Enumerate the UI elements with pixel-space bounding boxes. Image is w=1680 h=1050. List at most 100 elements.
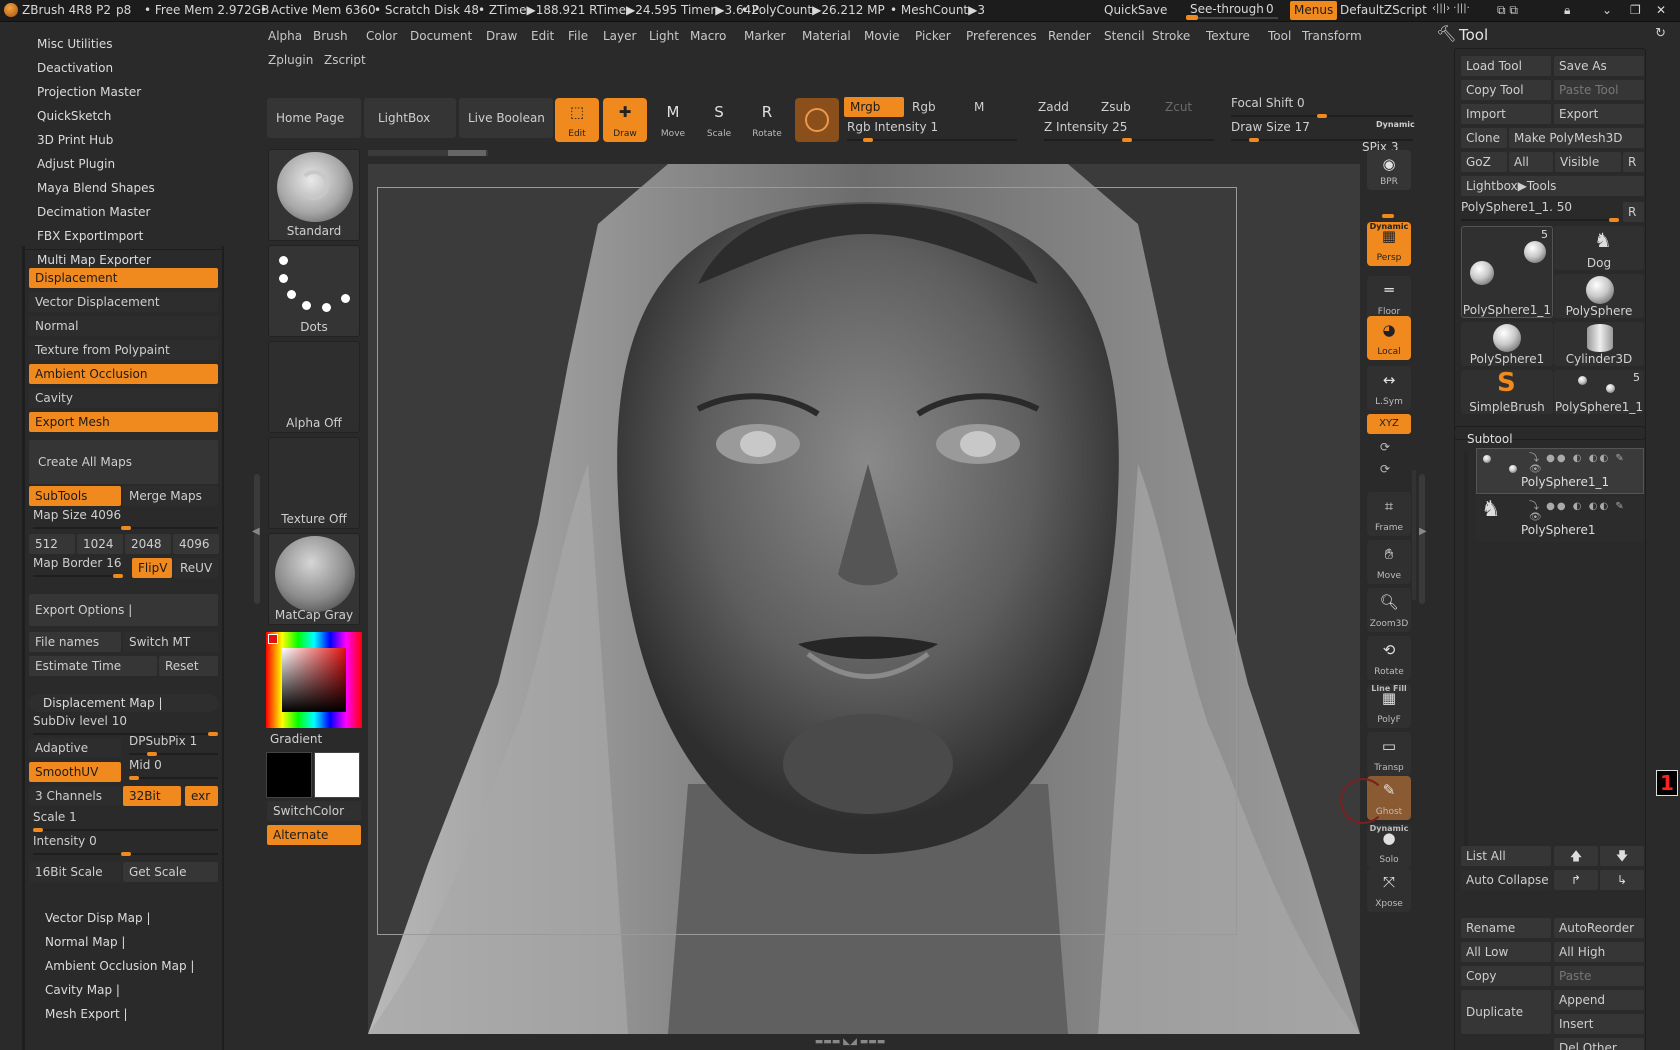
menu-tool[interactable]: Tool bbox=[1268, 29, 1291, 43]
tool-thumb-polysphere1[interactable]: PolySphere1 bbox=[1461, 322, 1553, 366]
subdiv-level-slider[interactable]: SubDiv level 10 bbox=[33, 714, 218, 736]
load-tool-button[interactable]: Load Tool bbox=[1461, 56, 1551, 76]
main-color-swatch[interactable] bbox=[266, 752, 312, 798]
duplicate-button[interactable]: Duplicate bbox=[1461, 990, 1551, 1034]
get-scale-button[interactable]: Get Scale bbox=[123, 862, 218, 882]
focal-shift-slider[interactable]: Focal Shift 0 bbox=[1231, 96, 1413, 118]
menu-material[interactable]: Material bbox=[802, 29, 851, 43]
clone-button[interactable]: Clone bbox=[1461, 128, 1507, 148]
marker-badge[interactable]: 1 bbox=[1656, 770, 1678, 796]
paste-tool-button[interactable]: Paste Tool bbox=[1554, 80, 1644, 100]
adaptive-toggle[interactable]: Adaptive bbox=[29, 738, 121, 758]
menu-document[interactable]: Document bbox=[410, 29, 472, 43]
menu-transform[interactable]: Transform bbox=[1302, 29, 1362, 43]
goz-button[interactable]: GoZ bbox=[1461, 152, 1507, 172]
minimize-icon[interactable]: ⌄ bbox=[1602, 3, 1612, 17]
menu-stencil[interactable]: Stencil bbox=[1104, 29, 1145, 43]
material-picker[interactable]: MatCap Gray bbox=[268, 533, 360, 625]
exr-toggle[interactable]: exr bbox=[185, 786, 218, 806]
scale-slider[interactable]: Scale 1 bbox=[33, 810, 218, 832]
layout-icon-1[interactable]: ‹|||› ·|||· bbox=[1432, 3, 1470, 14]
option-texture-from-polypaint[interactable]: Texture from Polypaint bbox=[29, 340, 218, 360]
create-all-maps-button[interactable]: Create All Maps bbox=[29, 440, 218, 484]
xyz-button[interactable]: XYZ bbox=[1367, 414, 1411, 434]
view-persp-button[interactable]: ▦ Persp Dynamic bbox=[1367, 222, 1411, 266]
subtool-row[interactable]: ♞ ⤵ ●● ◐ ◐◐ ✎ 👁︎ PolySphere1 bbox=[1476, 496, 1644, 542]
file-names-button[interactable]: File names bbox=[29, 632, 121, 652]
all-high-button[interactable]: All High bbox=[1554, 942, 1644, 962]
option-vector-displacement[interactable]: Vector Displacement bbox=[29, 292, 218, 312]
menu-zscript[interactable]: Zscript bbox=[324, 53, 366, 67]
tool-thumb-cylinder3d[interactable]: Cylinder3D bbox=[1554, 322, 1644, 366]
map-size-4096-button[interactable]: 4096 bbox=[173, 534, 219, 554]
lightbox-button[interactable]: LightBox bbox=[364, 98, 456, 138]
restore-icon[interactable]: ❐ bbox=[1630, 3, 1641, 17]
section-cavity-map[interactable]: Cavity Map | bbox=[45, 980, 120, 1000]
option-cavity[interactable]: Cavity bbox=[29, 388, 218, 408]
live-boolean-button[interactable]: Live Boolean bbox=[459, 98, 553, 138]
right-tray-arrow-icon[interactable]: ▶ bbox=[1419, 526, 1427, 537]
menu-brush[interactable]: Brush bbox=[313, 29, 348, 43]
brush-picker[interactable]: Standard bbox=[268, 149, 360, 241]
secondary-color-swatch[interactable] bbox=[314, 752, 360, 798]
zadd-button[interactable]: Zadd bbox=[1032, 97, 1092, 117]
copy-button[interactable]: Copy bbox=[1461, 966, 1551, 986]
all-low-button[interactable]: All Low bbox=[1461, 942, 1551, 962]
viewport-top-scroll[interactable] bbox=[368, 150, 488, 156]
z-intensity-slider[interactable]: Z Intensity 25 bbox=[1044, 120, 1214, 142]
visible-button[interactable]: Visible bbox=[1555, 152, 1621, 172]
plugin-deactivation[interactable]: Deactivation bbox=[37, 58, 113, 78]
insert-button[interactable]: Insert bbox=[1554, 1014, 1644, 1034]
auto-reorder-button[interactable]: AutoReorder bbox=[1554, 918, 1644, 938]
mid-slider[interactable]: Mid 0 bbox=[129, 758, 218, 780]
estimate-time-button[interactable]: Estimate Time bbox=[29, 656, 157, 676]
m-button[interactable]: M bbox=[968, 97, 1028, 117]
lock-icon[interactable]: 🔒︎ bbox=[1564, 3, 1570, 18]
list-all-button[interactable]: List All bbox=[1461, 846, 1551, 866]
copy-tool-button[interactable]: Copy Tool bbox=[1461, 80, 1551, 100]
rgb-intensity-slider[interactable]: Rgb Intensity 1 bbox=[847, 120, 1017, 142]
bottom-tray-arrow-icon[interactable]: ▬▬▬ ◣◢ ▬▬▬ bbox=[800, 1038, 900, 1047]
mrgb-button[interactable]: Mrgb bbox=[844, 97, 904, 117]
flipv-toggle[interactable]: FlipV bbox=[132, 558, 172, 578]
option-ambient-occlusion[interactable]: Ambient Occlusion bbox=[29, 364, 218, 384]
subtool-row[interactable]: ⤵ ●● ◐ ◐◐ ✎ 👁︎ PolySphere1_1 bbox=[1476, 448, 1644, 494]
tool-thumb-polysphere1-1[interactable]: 5 PolySphere1_1 bbox=[1554, 370, 1644, 414]
reset-button[interactable]: Reset bbox=[159, 656, 218, 676]
bit32-toggle[interactable]: 32Bit bbox=[123, 786, 181, 806]
layout-icon-2[interactable]: ⧉ ⧉ bbox=[1497, 3, 1518, 18]
lightbox-tools-button[interactable]: Lightbox▶Tools bbox=[1461, 176, 1644, 196]
del-other-button[interactable]: Del Other bbox=[1554, 1038, 1644, 1050]
paste-button[interactable]: Paste bbox=[1554, 966, 1644, 986]
menu-light[interactable]: Light bbox=[649, 29, 679, 43]
view-bpr-button[interactable]: ◉ BPR bbox=[1367, 150, 1411, 190]
view-zoom-button[interactable]: 🔍︎ Zoom3D bbox=[1367, 588, 1411, 632]
option-displacement[interactable]: Displacement bbox=[29, 268, 218, 288]
zcut-button[interactable]: Zcut bbox=[1159, 97, 1219, 117]
plugin-adjust-plugin[interactable]: Adjust Plugin bbox=[37, 154, 115, 174]
map-size-1024-button[interactable]: 1024 bbox=[77, 534, 123, 554]
move-up-icon[interactable]: 🡅 bbox=[1554, 846, 1598, 866]
menu-alpha[interactable]: Alpha bbox=[268, 29, 302, 43]
reuv-toggle[interactable]: ReUV bbox=[174, 558, 218, 578]
section-ambient-occlusion-map[interactable]: Ambient Occlusion Map | bbox=[45, 956, 194, 976]
menu-macro[interactable]: Macro bbox=[690, 29, 726, 43]
view-solo-button[interactable]: ● Solo Dynamic bbox=[1367, 824, 1411, 868]
merge-maps-button[interactable]: Merge Maps bbox=[123, 486, 218, 506]
plugin-3d-print-hub[interactable]: 3D Print Hub bbox=[37, 130, 113, 150]
alternate-button[interactable]: Alternate bbox=[267, 825, 361, 845]
view-move-button[interactable]: ✋︎ Move bbox=[1367, 540, 1411, 584]
move-mode-button[interactable]: M Move bbox=[651, 98, 695, 142]
current-tool-r-button[interactable]: R bbox=[1623, 202, 1644, 222]
displacement-map-section[interactable]: Displacement Map | bbox=[29, 694, 218, 712]
stroke-picker[interactable]: Dots bbox=[268, 245, 360, 337]
tool-reset-icon[interactable]: ↻ bbox=[1655, 26, 1666, 41]
smoothuv-toggle[interactable]: SmoothUV bbox=[29, 762, 121, 782]
goz-r-button[interactable]: R bbox=[1623, 152, 1644, 172]
view-transp-button[interactable]: ▭ Transp bbox=[1367, 732, 1411, 776]
plugin-misc-utilities[interactable]: Misc Utilities bbox=[37, 34, 113, 54]
menu-marker[interactable]: Marker bbox=[744, 29, 785, 43]
view-floor-button[interactable]: ═ Floor bbox=[1367, 276, 1411, 320]
y-axis-icon[interactable]: ⟳ bbox=[1380, 440, 1390, 454]
plugin-projection-master[interactable]: Projection Master bbox=[37, 82, 141, 102]
